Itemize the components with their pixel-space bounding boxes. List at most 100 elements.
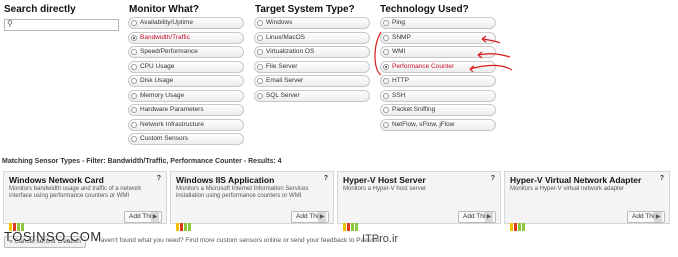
radio-icon[interactable] — [257, 20, 263, 26]
sensor-card-title: Windows Network Card — [9, 175, 104, 185]
radio-icon[interactable] — [383, 121, 389, 128]
feedback-link[interactable]: Haven't found what you need? Find more c… — [96, 237, 382, 244]
radio-icon[interactable] — [131, 49, 137, 55]
itpro-watermark: ITPro.ir — [362, 233, 399, 245]
monitor-what-option[interactable]: Memory Usage — [128, 89, 244, 102]
radio-icon[interactable] — [131, 121, 137, 128]
radio-icon[interactable] — [131, 92, 137, 99]
monitor-what-option[interactable]: Hardware Parameters — [128, 104, 244, 116]
monitor-what-option-label: Memory Usage — [140, 91, 185, 99]
search-box[interactable]: ⚲ — [4, 19, 119, 31]
sensor-card-1: Windows Network Card ? Monitors bandwidt… — [3, 171, 167, 231]
technology-option-label: Performance Counter — [392, 62, 455, 70]
monitor-what-option[interactable]: Speed/Performance — [128, 46, 244, 58]
monitor-what-option[interactable]: Availability/Uptime — [128, 17, 244, 29]
performance-impact-icon — [510, 213, 526, 231]
radio-icon[interactable] — [131, 78, 137, 84]
target-system-option[interactable]: Windows — [254, 17, 370, 29]
radio-icon[interactable] — [383, 34, 389, 41]
technology-option[interactable]: NetFlow, sFlow, jFlow — [380, 118, 496, 131]
target-system-option[interactable]: SQL Server — [254, 89, 370, 102]
radio-icon[interactable] — [383, 92, 389, 99]
technology-option-label: HTTP — [392, 77, 409, 84]
add-sensor-button[interactable]: Add This ▶ — [627, 211, 665, 223]
monitor-what-option[interactable]: Bandwidth/Traffic — [128, 31, 244, 44]
sensor-card-description: Monitors bandwidth usage and traffic of … — [9, 186, 142, 199]
sensor-card-description: Monitors a Hyper-V virtual network adapt… — [510, 186, 625, 192]
sensor-card-description: Monitors a Microsoft Internet Informatio… — [176, 186, 309, 199]
search-input[interactable] — [14, 20, 114, 30]
radio-icon[interactable] — [383, 63, 389, 70]
help-icon[interactable]: ? — [660, 175, 664, 182]
results-summary: Matching Sensor Types - Filter: Bandwidt… — [2, 158, 282, 165]
technology-option-label: Ping — [392, 19, 406, 26]
search-icon: ⚲ — [7, 19, 13, 28]
target-system-option-label: SQL Server — [266, 91, 300, 99]
monitor-what-option-label: Speed/Performance — [140, 48, 198, 55]
arrow-right-icon: ▶ — [151, 212, 159, 222]
arrow-right-icon: ▶ — [485, 212, 493, 222]
target-system-option[interactable]: File Server — [254, 60, 370, 73]
monitor-what-option-label: Bandwidth/Traffic — [140, 33, 190, 41]
radio-icon[interactable] — [257, 49, 263, 55]
monitor-what-option-label: Custom Sensors — [140, 135, 189, 142]
technology-option-label: SNMP — [392, 33, 411, 41]
radio-icon[interactable] — [383, 49, 389, 55]
radio-icon[interactable] — [131, 136, 137, 142]
monitor-what-option[interactable]: Disk Usage — [128, 75, 244, 87]
target-system-option-label: Email Server — [266, 77, 304, 84]
target-system-option-label: Virtualization OS — [266, 48, 315, 55]
technology-option[interactable]: HTTP — [380, 75, 496, 87]
technology-option-label: Packet Sniffing — [392, 106, 436, 113]
radio-icon[interactable] — [257, 78, 263, 84]
sensor-card-3: Hyper-V Host Server ? Monitors a Hyper-V… — [337, 171, 501, 231]
monitor-what-option-label: CPU Usage — [140, 62, 175, 70]
tosinso-watermark: TOSINSO.COM — [4, 229, 102, 244]
radio-icon[interactable] — [383, 20, 389, 26]
help-icon[interactable]: ? — [491, 175, 495, 182]
technology-option[interactable]: Packet Sniffing — [380, 104, 496, 116]
radio-icon[interactable] — [257, 34, 263, 41]
radio-icon[interactable] — [257, 63, 263, 70]
help-icon[interactable]: ? — [157, 175, 161, 182]
add-sensor-button[interactable]: Add This ▶ — [458, 211, 496, 223]
monitor-what-title: Monitor What? — [129, 4, 199, 15]
radio-icon[interactable] — [131, 63, 137, 70]
add-sensor-button[interactable]: Add This ▶ — [124, 211, 162, 223]
radio-icon[interactable] — [131, 20, 137, 26]
monitor-what-option-label: Disk Usage — [140, 77, 174, 84]
help-icon[interactable]: ? — [324, 175, 328, 182]
add-sensor-button[interactable]: Add This ▶ — [291, 211, 329, 223]
monitor-what-option-label: Availability/Uptime — [140, 19, 193, 26]
monitor-what-option[interactable]: Custom Sensors — [128, 133, 244, 145]
performance-impact-icon — [176, 213, 192, 231]
target-system-option-label: Linux/MacOS — [266, 33, 306, 41]
radio-icon[interactable] — [383, 78, 389, 84]
monitor-what-option-label: Hardware Parameters — [140, 106, 204, 113]
target-system-option[interactable]: Linux/MacOS — [254, 31, 370, 44]
technology-option[interactable]: Ping — [380, 17, 496, 29]
technology-used-list: Ping SNMP WMI Performance Counter HTTP SSH Pac… — [380, 17, 496, 133]
radio-icon[interactable] — [131, 107, 137, 113]
monitor-what-option[interactable]: CPU Usage — [128, 60, 244, 73]
technology-option-label: SSH — [392, 91, 406, 99]
arrow-right-icon: ▶ — [318, 212, 326, 222]
radio-icon[interactable] — [257, 92, 263, 99]
radio-icon[interactable] — [131, 34, 137, 41]
performance-impact-icon — [343, 213, 359, 231]
sensor-card-2: Windows IIS Application ? Monitors a Mic… — [170, 171, 334, 231]
technology-option[interactable]: SSH — [380, 89, 496, 102]
sensor-card-title: Hyper-V Virtual Network Adapter — [510, 175, 642, 185]
target-system-option[interactable]: Virtualization OS — [254, 46, 370, 58]
technology-option[interactable]: Performance Counter — [380, 60, 496, 73]
sensor-card-description: Monitors a Hyper-V host server — [343, 186, 427, 192]
technology-option-label: NetFlow, sFlow, jFlow — [392, 120, 455, 128]
target-system-option[interactable]: Email Server — [254, 75, 370, 87]
monitor-what-option[interactable]: Network Infrastructure — [128, 118, 244, 131]
technology-option[interactable]: WMI — [380, 46, 496, 58]
monitor-what-option-label: Network Infrastructure — [140, 120, 204, 128]
radio-icon[interactable] — [383, 107, 389, 113]
technology-option[interactable]: SNMP — [380, 31, 496, 44]
arrow-right-icon: ▶ — [654, 212, 662, 222]
sensor-card-4: Hyper-V Virtual Network Adapter ? Monito… — [504, 171, 670, 231]
